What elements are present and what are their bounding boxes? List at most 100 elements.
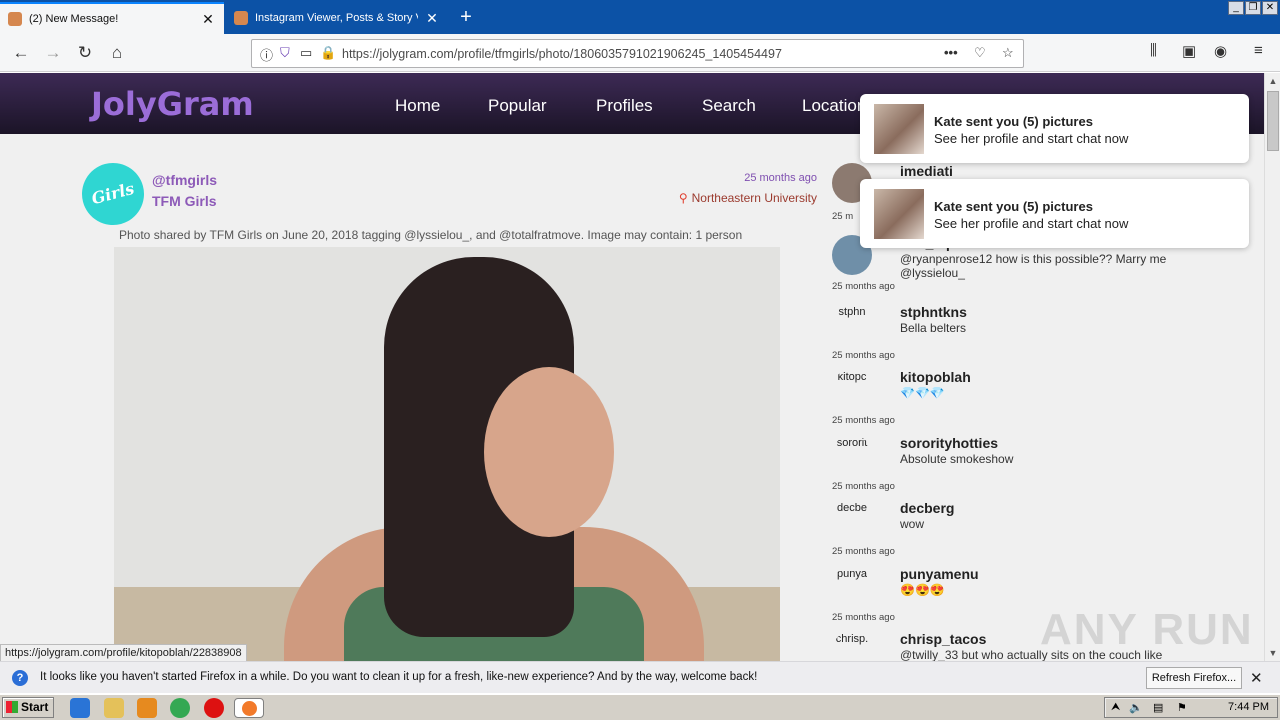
tray-expand-icon[interactable]: ⮝	[1111, 701, 1120, 714]
library-icon[interactable]: ⫼	[1150, 42, 1157, 59]
comment-text: 😍😍😍	[900, 583, 945, 597]
maximize-button[interactable]: ❐	[1245, 1, 1261, 15]
close-tab-icon[interactable]: ✕	[424, 10, 440, 27]
menu-search[interactable]: Search	[702, 96, 756, 116]
comment-avatar[interactable]: stphn	[832, 304, 872, 344]
flag-icon[interactable]: ⚑	[1177, 701, 1187, 714]
comment-username[interactable]: stphntkns	[900, 304, 967, 320]
comment-username[interactable]: imediati	[900, 163, 953, 179]
info-icon[interactable]: ⓘ	[260, 45, 273, 64]
close-notification-icon[interactable]: ✕	[1250, 669, 1263, 687]
site-logo[interactable]: JolyGram	[91, 85, 254, 123]
comment-avatar[interactable]: kitopc	[832, 369, 872, 409]
home-button[interactable]: ⌂	[104, 40, 130, 66]
start-button[interactable]: Start	[2, 697, 54, 718]
status-link-url: https://jolygram.com/profile/kitopoblah/…	[0, 644, 247, 662]
menu-profiles[interactable]: Profiles	[596, 96, 653, 116]
page-actions-icon[interactable]: •••	[944, 45, 958, 60]
folder-icon[interactable]	[104, 698, 124, 718]
comment-time: 25 months ago	[832, 546, 895, 557]
scroll-down-arrow-icon[interactable]: ▼	[1265, 645, 1280, 661]
firefox-taskbar-button[interactable]	[234, 698, 264, 718]
comment-time: 25 months ago	[832, 415, 895, 426]
notification-subtitle: See her profile and start chat now	[934, 216, 1129, 231]
post-time: 25 months ago	[744, 172, 817, 184]
photo-face	[484, 367, 614, 537]
system-tray: ⮝ 🔈 ▤ ⚑ 7:44 PM	[1104, 697, 1278, 718]
media-player-icon[interactable]	[137, 698, 157, 718]
comment-time: 25 months ago	[832, 281, 895, 292]
comment-item: kitopc kitopoblah 💎💎💎 25 months ago	[832, 369, 1252, 434]
tab-title: (2) New Message!	[29, 13, 119, 25]
comment-text: Bella belters	[900, 321, 967, 335]
tab-title: Instagram Viewer, Posts & Story V	[255, 12, 418, 24]
page-scrollbar[interactable]: ▲ ▼	[1264, 73, 1280, 661]
location-pin-icon: ⚲	[678, 191, 688, 205]
firefox-icon	[241, 701, 257, 716]
comment-avatar[interactable]: decbe	[832, 500, 872, 540]
tab-new-message[interactable]: (2) New Message! ✕	[0, 2, 224, 34]
sidebar-icon[interactable]: ▣	[1182, 42, 1196, 60]
new-tab-button[interactable]: +	[452, 4, 480, 30]
comment-username[interactable]: kitopoblah	[900, 369, 971, 385]
tab-instagram-viewer[interactable]: Instagram Viewer, Posts & Story V ✕	[226, 2, 448, 34]
profile-handle[interactable]: @tfmgirls	[152, 172, 217, 188]
minimize-button[interactable]: _	[1228, 1, 1244, 15]
comment-time: 25 months ago	[832, 481, 895, 492]
pocket-icon[interactable]: ♡	[974, 45, 986, 61]
comment-username[interactable]: punyamenu	[900, 566, 979, 582]
info-icon: ?	[12, 670, 28, 686]
notification-subtitle: See her profile and start chat now	[934, 131, 1129, 146]
url-text[interactable]: https://jolygram.com/profile/tfmgirls/ph…	[342, 47, 782, 61]
comment-text: @ryanpenrose12 how is this possible?? Ma…	[900, 252, 1167, 280]
close-tab-icon[interactable]: ✕	[200, 11, 216, 28]
post-photo[interactable]	[114, 247, 780, 661]
menu-home[interactable]: Home	[395, 96, 440, 116]
back-button[interactable]: ←	[8, 40, 34, 66]
clock[interactable]: 7:44 PM	[1228, 701, 1269, 713]
comment-username[interactable]: decberg	[900, 500, 954, 516]
address-bar[interactable]: ⓘ ⛉ ▭ 🔒 https://jolygram.com/profile/tfm…	[251, 39, 1024, 68]
windows-taskbar: Start ⮝ 🔈 ▤ ⚑ 7:44 PM	[0, 694, 1280, 720]
notification-title: Kate sent you (5) pictures	[934, 114, 1093, 129]
scroll-up-arrow-icon[interactable]: ▲	[1265, 73, 1280, 89]
notification-thumbnail	[874, 189, 924, 239]
comment-avatar[interactable]: sororit	[832, 435, 872, 475]
comment-time: 25 months ago	[832, 612, 895, 623]
volume-icon[interactable]: 🔈	[1129, 701, 1143, 714]
chrome-icon[interactable]	[170, 698, 190, 718]
comment-username[interactable]: chrisp_tacos	[900, 631, 986, 647]
lock-icon: 🔒	[320, 45, 337, 60]
profile-avatar[interactable]: Girls	[75, 156, 151, 232]
forward-button[interactable]: →	[40, 40, 66, 66]
internet-explorer-icon[interactable]	[70, 698, 90, 718]
hamburger-menu-icon[interactable]: ≡	[1254, 42, 1263, 59]
reload-button[interactable]: ↻	[72, 40, 98, 66]
post-location[interactable]: ⚲ Northeastern University	[679, 191, 817, 205]
comment-item: decbe decberg wow 25 months ago	[832, 500, 1252, 565]
notification-thumbnail	[874, 104, 924, 154]
scrollbar-thumb[interactable]	[1267, 91, 1279, 151]
comment-time: 25 months ago	[832, 350, 895, 361]
chat-notification[interactable]: Kate sent you (5) pictures See her profi…	[860, 94, 1249, 163]
profile-display-name[interactable]: TFM Girls	[152, 193, 217, 209]
opera-icon[interactable]	[204, 698, 224, 718]
tracking-shield-icon[interactable]: ⛉	[280, 45, 290, 61]
close-window-button[interactable]: ✕	[1262, 1, 1278, 15]
account-icon[interactable]: ◉	[1214, 42, 1227, 60]
comment-username[interactable]: sororityhotties	[900, 435, 998, 451]
comment-avatar[interactable]: punya	[832, 566, 872, 606]
bookmark-star-icon[interactable]: ☆	[1002, 45, 1014, 61]
menu-popular[interactable]: Popular	[488, 96, 547, 116]
windows-logo-icon	[6, 701, 18, 713]
chat-notification[interactable]: Kate sent you (5) pictures See her profi…	[860, 179, 1249, 248]
anyrun-watermark: ANY RUN	[1040, 605, 1254, 654]
instagram-favicon-icon	[234, 11, 248, 25]
refresh-firefox-button[interactable]: Refresh Firefox...	[1146, 667, 1242, 689]
network-icon[interactable]: ▤	[1153, 701, 1163, 714]
permissions-icon[interactable]: ▭	[300, 45, 312, 61]
comment-avatar[interactable]: chrisp.	[832, 631, 872, 661]
comment-text: 💎💎💎	[900, 386, 945, 400]
location-label[interactable]: Northeastern University	[692, 191, 817, 205]
comment-text: wow	[900, 517, 925, 531]
